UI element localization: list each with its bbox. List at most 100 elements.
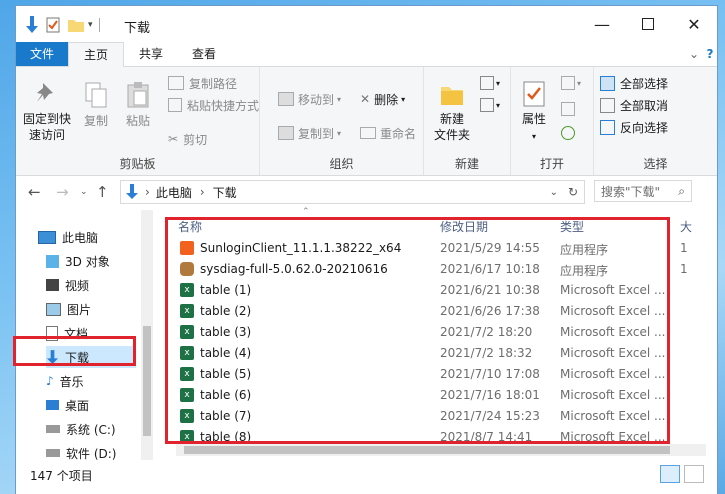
nav-this-pc[interactable]: 此电脑 <box>38 226 98 248</box>
quick-access-dropdown-icon[interactable]: ▾ <box>88 20 93 30</box>
file-type: Microsoft Excel ... <box>560 304 665 318</box>
refresh-icon[interactable]: ↻ <box>568 185 578 199</box>
tab-file[interactable]: 文件 <box>16 42 68 66</box>
open-button[interactable]: ▾ <box>561 73 581 93</box>
back-arrow-icon: ← <box>28 183 41 201</box>
nav-scrollbar[interactable] <box>141 210 153 460</box>
new-item-button[interactable]: ▾ <box>480 73 500 93</box>
horizontal-scrollbar[interactable] <box>176 444 706 456</box>
up-button[interactable]: ↑ <box>96 183 109 201</box>
nav-downloads[interactable]: 下载 <box>46 346 136 368</box>
explorer-window: ▾ 下载 — ✕ 文件 主页 共享 查看 ⌄ ? 固定到快 速访问 复制 粘贴 … <box>13 6 718 494</box>
properties-check-icon[interactable] <box>46 17 60 33</box>
picture-icon <box>46 302 61 316</box>
file-row[interactable]: x table (3) 2021/7/2 18:20 Microsoft Excel … <box>156 322 717 343</box>
breadcrumb-separator-icon: › <box>199 185 205 199</box>
breadcrumb-downloads[interactable]: 下载 <box>213 184 237 201</box>
column-header-name[interactable]: 名称 <box>178 218 202 238</box>
file-type: Microsoft Excel ... <box>560 346 665 360</box>
copy-path-button[interactable]: 复制路径 <box>168 73 237 93</box>
nav-3d-objects[interactable]: 3D 对象 <box>46 250 110 272</box>
file-row[interactable]: x table (7) 2021/7/24 15:23 Microsoft Excel… <box>156 406 717 427</box>
file-row[interactable]: x table (5) 2021/7/10 17:08 Microsoft Excel… <box>156 364 717 385</box>
tab-view[interactable]: 查看 <box>178 42 230 66</box>
details-view-button[interactable] <box>660 465 680 483</box>
clipboard-group: 固定到快 速访问 复制 粘贴 复制路径 粘贴快捷方式 ✂ 剪切 剪贴板 <box>16 67 260 175</box>
column-header-size[interactable]: 大 <box>680 218 692 238</box>
file-name: table (7) <box>200 409 252 423</box>
pin-label: 固定到快 速访问 <box>22 112 71 142</box>
invert-selection-button[interactable]: 反向选择 <box>600 117 668 137</box>
back-button[interactable]: ← <box>28 183 41 201</box>
cut-button[interactable]: ✂ 剪切 <box>168 129 207 149</box>
file-list: ⌃ 名称 修改日期 类型 大 SunloginClient_11.1.1.382… <box>156 207 717 460</box>
paste-button[interactable]: 粘贴 <box>118 81 158 129</box>
nav-label: 图片 <box>67 302 92 317</box>
delete-button[interactable]: ✕ 删除 ▾ <box>360 89 405 109</box>
maximize-button[interactable] <box>625 6 671 42</box>
column-header-type[interactable]: 类型 <box>560 218 584 238</box>
file-row[interactable]: x table (4) 2021/7/2 18:32 Microsoft Excel … <box>156 343 717 364</box>
nav-desktop[interactable]: 桌面 <box>46 394 89 416</box>
address-row: ← → ⌄ ↑ › 此电脑 › 下载 ⌄ ↻ 搜索"下载" ⌕ <box>16 176 717 208</box>
file-row[interactable]: x table (1) 2021/6/21 10:38 Microsoft Excel… <box>156 280 717 301</box>
nav-pictures[interactable]: 图片 <box>46 298 91 320</box>
breadcrumb-this-pc[interactable]: 此电脑 <box>156 184 192 201</box>
nav-label: 文档 <box>64 326 89 341</box>
installer-icon <box>180 262 194 276</box>
copy-path-label: 复制路径 <box>189 76 238 91</box>
file-type: Microsoft Excel ... <box>560 430 665 444</box>
minimize-button[interactable]: — <box>579 6 625 42</box>
copy-label: 复制 <box>83 114 108 128</box>
ribbon-expand-icon[interactable]: ⌄ <box>686 42 702 66</box>
invert-selection-icon <box>600 119 615 135</box>
address-dropdown-icon[interactable]: ⌄ <box>550 187 558 198</box>
nav-label: 视频 <box>65 278 90 293</box>
edit-button[interactable] <box>561 99 575 119</box>
drive-icon <box>46 425 60 433</box>
nav-videos[interactable]: 视频 <box>46 274 89 296</box>
new-folder-button[interactable]: 新建 文件夹 <box>430 81 474 143</box>
search-input[interactable]: 搜索"下载" ⌕ <box>594 180 692 202</box>
copy-path-icon <box>168 76 184 90</box>
select-none-button[interactable]: 全部取消 <box>600 95 668 115</box>
nav-drive-c[interactable]: 系统 (C:) <box>46 418 116 440</box>
move-to-button[interactable]: 移动到 ▾ <box>278 89 341 109</box>
easy-access-button[interactable]: ▾ <box>480 95 500 115</box>
pin-quick-access-button[interactable]: 固定到快 速访问 <box>20 81 74 143</box>
item-count: 147 个项目 <box>30 469 93 483</box>
column-header-date[interactable]: 修改日期 <box>440 218 488 238</box>
new-folder-icon[interactable] <box>68 18 84 32</box>
nav-music[interactable]: ♪ 音乐 <box>46 370 84 392</box>
paste-shortcut-button[interactable]: 粘贴快捷方式 <box>168 95 259 115</box>
nav-scroll-thumb[interactable] <box>143 326 151 436</box>
file-row[interactable]: SunloginClient_11.1.1.38222_x64 2021/5/29… <box>156 238 717 259</box>
recent-locations-button[interactable]: ⌄ <box>80 187 88 197</box>
quick-access-toolbar: ▾ <box>24 15 100 35</box>
properties-button[interactable]: 属性 ▾ <box>515 81 553 145</box>
rename-button[interactable]: 重命名 <box>360 123 416 143</box>
large-icons-view-button[interactable] <box>684 465 704 483</box>
nav-documents[interactable]: 文档 <box>46 322 88 344</box>
copy-to-button[interactable]: 复制到 ▾ <box>278 123 341 143</box>
help-icon[interactable]: ? <box>702 42 718 66</box>
close-button[interactable]: ✕ <box>671 6 717 42</box>
tab-share[interactable]: 共享 <box>126 42 176 66</box>
copy-button[interactable]: 复制 <box>76 81 116 129</box>
paste-label: 粘贴 <box>125 114 150 128</box>
tab-home[interactable]: 主页 <box>68 42 124 68</box>
select-all-button[interactable]: 全部选择 <box>600 73 668 93</box>
clipboard-group-label: 剪贴板 <box>119 157 156 171</box>
forward-button[interactable]: → <box>56 183 69 201</box>
address-bar[interactable]: › 此电脑 › 下载 ⌄ ↻ <box>120 180 585 204</box>
hscroll-thumb[interactable] <box>184 446 670 454</box>
file-row[interactable]: sysdiag-full-5.0.62.0-20210616 2021/6/17 … <box>156 259 717 280</box>
download-arrow-icon[interactable] <box>24 16 40 34</box>
history-button[interactable] <box>561 123 575 143</box>
forward-arrow-icon: → <box>56 183 69 201</box>
paste-shortcut-label: 粘贴快捷方式 <box>187 98 260 113</box>
delete-dropdown-icon: ▾ <box>401 94 406 104</box>
file-row[interactable]: x table (2) 2021/6/26 17:38 Microsoft Excel… <box>156 301 717 322</box>
file-name: table (8) <box>200 430 252 444</box>
file-row[interactable]: x table (6) 2021/7/16 18:01 Microsoft Excel… <box>156 385 717 406</box>
